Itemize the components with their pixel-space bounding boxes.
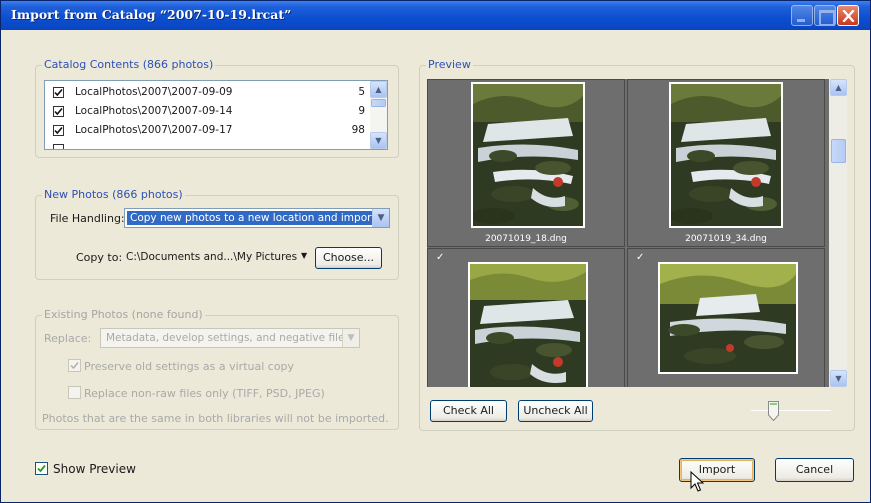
checkbox-icon[interactable] (53, 106, 64, 120)
list-item-partial (45, 140, 371, 149)
check-all-button[interactable]: Check All (430, 400, 507, 422)
scroll-down-icon[interactable]: ▼ (830, 370, 847, 387)
thumbnail-image[interactable] (468, 262, 588, 387)
scroll-up-icon[interactable]: ▲ (830, 79, 847, 96)
scroll-up-icon[interactable]: ▲ (370, 81, 387, 98)
choose-button[interactable]: Choose... (315, 247, 382, 269)
folder-count: 98 (351, 124, 365, 136)
thumbnail-image[interactable] (471, 82, 585, 228)
nonraw-checkbox[interactable] (68, 386, 81, 399)
show-preview-checkbox[interactable] (35, 462, 48, 475)
file-handling-value: Copy new photos to a new location and im… (127, 211, 379, 225)
folder-count: 9 (358, 105, 365, 117)
list-item[interactable]: LocalPhotos\2007\2007-09-09 5 (45, 83, 371, 101)
list-item[interactable]: LocalPhotos\2007\2007-09-14 9 (45, 102, 371, 120)
replace-label: Replace: (44, 332, 92, 345)
list-item[interactable]: LocalPhotos\2007\2007-09-17 98 (45, 121, 371, 139)
thumbnail-cell[interactable]: ✓ (627, 248, 825, 387)
close-icon[interactable] (837, 5, 859, 26)
folder-path: LocalPhotos\2007\2007-09-09 (75, 86, 233, 98)
catalog-contents-group: Catalog Contents (866 photos) LocalPhoto… (35, 58, 399, 158)
show-preview-label[interactable]: Show Preview (53, 462, 136, 476)
existing-photos-group: Existing Photos (none found) Replace: Me… (35, 308, 399, 430)
checkbox-icon[interactable] (53, 87, 64, 101)
cancel-button[interactable]: Cancel (775, 458, 854, 482)
import-dialog: Import from Catalog “2007-10-19.lrcat” C… (0, 0, 871, 503)
slider-track[interactable] (751, 410, 831, 411)
copy-to-dropdown-icon[interactable]: ▼ (301, 251, 307, 260)
thumbnail-caption: 20071019_18.dng (485, 234, 567, 244)
catalog-scrollbar[interactable]: ▲ ▼ (370, 81, 387, 149)
new-photos-group: New Photos (866 photos) File Handling: C… (35, 188, 399, 280)
file-handling-dropdown[interactable]: Copy new photos to a new location and im… (124, 208, 390, 228)
folder-path: LocalPhotos\2007\2007-09-17 (75, 124, 233, 136)
scroll-thumb[interactable] (371, 99, 386, 107)
uncheck-all-button[interactable]: Uncheck All (518, 400, 593, 422)
preview-grid[interactable]: 20071019_18.dng 20071019_34.dng ✓ ✓ ▲ ▼ (427, 79, 847, 387)
preserve-label: Preserve old settings as a virtual copy (84, 360, 295, 373)
checkbox-icon (53, 144, 64, 149)
copy-to-path[interactable]: C:\Documents and...\My Pictures (126, 251, 297, 263)
existing-photos-legend: Existing Photos (none found) (42, 308, 205, 321)
replace-value: Metadata, develop settings, and negative… (106, 332, 350, 344)
thumbnail-cell[interactable]: ✓ (427, 248, 625, 387)
maximize-icon[interactable] (814, 5, 836, 26)
thumbnail-caption: 20071019_34.dng (685, 234, 767, 244)
preview-scrollbar[interactable]: ▲ ▼ (829, 79, 847, 387)
minimize-icon[interactable] (791, 5, 813, 26)
thumbnail-check-icon[interactable]: ✓ (436, 253, 446, 263)
scroll-down-icon[interactable]: ▼ (370, 132, 387, 149)
folder-count: 5 (358, 86, 365, 98)
new-photos-legend: New Photos (866 photos) (42, 188, 185, 201)
folder-path: LocalPhotos\2007\2007-09-14 (75, 105, 233, 117)
thumbnail-cell[interactable]: 20071019_18.dng (427, 79, 625, 247)
thumbnail-image[interactable] (658, 262, 798, 374)
thumbnail-cell[interactable]: 20071019_34.dng (627, 79, 825, 247)
thumbnail-image[interactable] (669, 82, 783, 228)
checkbox-icon[interactable] (53, 125, 64, 139)
scroll-thumb[interactable] (831, 139, 846, 163)
file-handling-label: File Handling: (50, 212, 125, 225)
catalog-contents-legend: Catalog Contents (866 photos) (42, 58, 216, 71)
slider-thumb[interactable] (768, 401, 779, 422)
window-title: Import from Catalog “2007-10-19.lrcat” (11, 7, 292, 22)
chevron-down-icon[interactable]: ▼ (372, 209, 389, 227)
preserve-checkbox[interactable] (68, 359, 81, 372)
existing-note: Photos that are the same in both librari… (42, 412, 389, 425)
replace-dropdown[interactable]: Metadata, develop settings, and negative… (100, 328, 360, 348)
catalog-folder-list[interactable]: LocalPhotos\2007\2007-09-09 5 LocalPhoto… (44, 80, 388, 150)
preview-legend: Preview (426, 58, 473, 71)
chevron-down-icon[interactable]: ▼ (342, 329, 359, 347)
mouse-cursor-icon (690, 470, 705, 496)
nonraw-label: Replace non-raw files only (TIFF, PSD, J… (84, 387, 325, 400)
thumbnail-check-icon[interactable]: ✓ (636, 253, 646, 263)
title-bar[interactable]: Import from Catalog “2007-10-19.lrcat” (1, 1, 870, 30)
copy-to-label: Copy to: (76, 251, 123, 264)
